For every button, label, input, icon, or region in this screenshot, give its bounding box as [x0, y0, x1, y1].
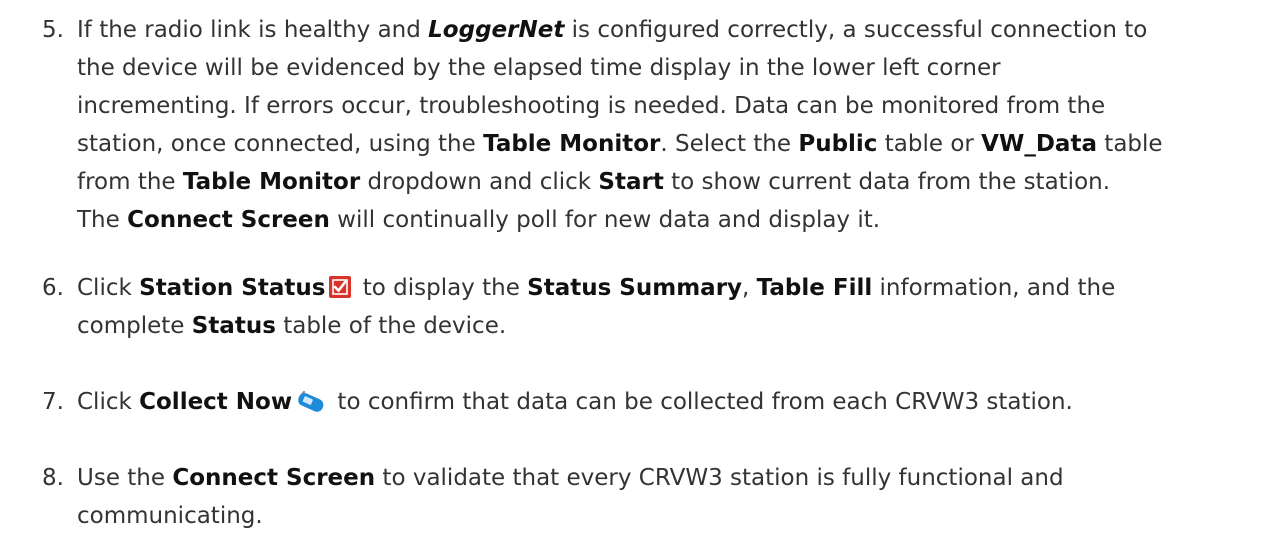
text-run: the device will be evidenced by the elap…: [77, 55, 1001, 81]
collect-now-phone-icon: [295, 389, 327, 413]
station-status-checkbox-icon: [328, 275, 352, 299]
ui-term: Status: [191, 313, 276, 339]
ui-term: Table Monitor: [182, 169, 361, 195]
text-run: communicating.: [77, 503, 263, 529]
text-run: If the radio link is healthy and: [77, 17, 429, 43]
text-run: table or: [877, 131, 982, 157]
ui-term: Connect Screen: [127, 207, 330, 233]
text-run: to validate that every CRVW3 station is …: [375, 465, 1064, 491]
ui-term: Status Summary: [527, 275, 743, 301]
step-number: 7.: [42, 389, 64, 415]
text-run: table: [1096, 131, 1163, 157]
text-run: The: [77, 207, 128, 233]
text-run: is configured correctly, a successful co…: [564, 17, 1148, 43]
text-run: to show current data from the station.: [663, 169, 1111, 195]
ui-term: Collect Now: [139, 389, 293, 415]
text-run: Use the: [77, 465, 173, 491]
step-number: 8.: [42, 465, 64, 491]
text-run: will continually poll for new data and d…: [329, 207, 881, 233]
ui-term: Station Status: [139, 275, 326, 301]
ui-term: VW_Data: [981, 131, 1097, 157]
step-text: If the radio link is healthy and LoggerN…: [77, 14, 1282, 242]
text-line: station, once connected, using the Table…: [77, 128, 1282, 166]
text-run: ,: [742, 275, 757, 301]
text-run: station, once connected, using the: [77, 131, 484, 157]
product-name: LoggerNet: [428, 17, 565, 43]
text-run: dropdown and click: [360, 169, 599, 195]
text-line: the device will be evidenced by the elap…: [77, 52, 1282, 90]
text-line: If the radio link is healthy and LoggerN…: [77, 14, 1282, 52]
text-line: incrementing. If errors occur, troublesh…: [77, 90, 1282, 128]
step-number: 5.: [42, 17, 64, 43]
text-run: to display the: [355, 275, 528, 301]
ui-term: Start: [598, 169, 664, 195]
text-run: to confirm that data can be collected fr…: [330, 389, 1073, 415]
text-run: . Select the: [660, 131, 799, 157]
text-line: The Connect Screen will continually poll…: [77, 204, 1282, 242]
text-run: incrementing. If errors occur, troublesh…: [77, 93, 1106, 119]
text-run: from the: [77, 169, 183, 195]
text-line: communicating.: [77, 500, 1282, 538]
ui-term: Connect Screen: [172, 465, 376, 491]
ui-term: Public: [798, 131, 878, 157]
step-text: Click Collect Now to confirm that data c…: [77, 386, 1282, 424]
text-run: information, and the: [872, 275, 1116, 301]
step-text: Click Station Status to display the Stat…: [77, 272, 1282, 348]
text-line: Use the Connect Screen to validate that …: [77, 462, 1282, 500]
step-number: 6.: [42, 275, 64, 301]
text-line: Click Station Status to display the Stat…: [77, 272, 1282, 310]
text-line: Click Collect Now to confirm that data c…: [77, 386, 1282, 424]
ui-term: Table Monitor: [483, 131, 661, 157]
text-line: complete Status table of the device.: [77, 310, 1282, 348]
text-run: table of the device.: [275, 313, 507, 339]
text-run: Click: [77, 275, 140, 301]
step-text: Use the Connect Screen to validate that …: [77, 462, 1282, 538]
document-page: 5. If the radio link is healthy and Logge…: [0, 0, 1287, 529]
text-run: Click: [77, 389, 140, 415]
text-line: from the Table Monitor dropdown and clic…: [77, 166, 1282, 204]
text-run: complete: [77, 313, 192, 339]
ui-term: Table Fill: [756, 275, 873, 301]
